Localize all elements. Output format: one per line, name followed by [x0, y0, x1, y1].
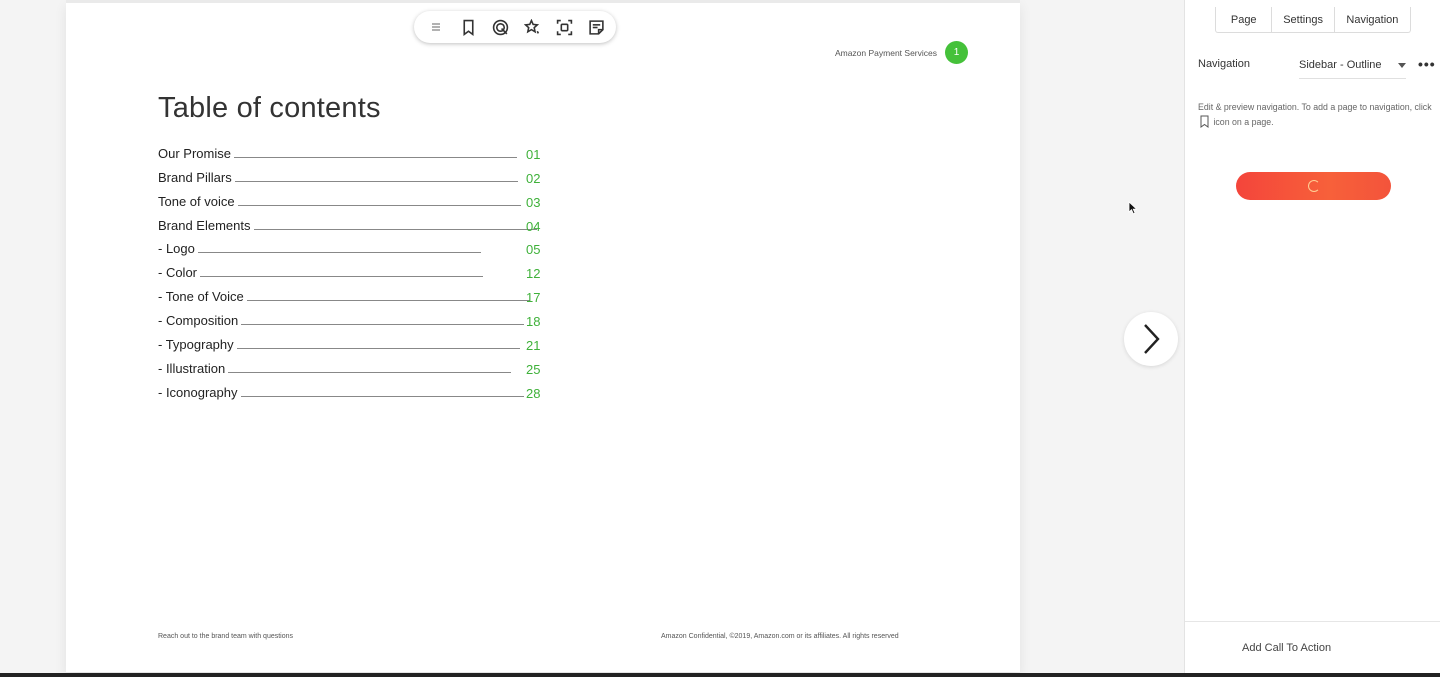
toc-row[interactable]: - Color 12 [158, 258, 546, 282]
toc-row[interactable]: - Iconography 28 [158, 378, 546, 402]
toc-page-number: 01 [526, 146, 541, 162]
page-number-badge: 1 [945, 41, 968, 64]
right-panel: Page Settings Navigation Navigation Side… [1184, 0, 1440, 677]
toc-label: - Composition [158, 313, 239, 329]
footer-note: Reach out to the brand team with questio… [158, 633, 294, 640]
note-icon[interactable] [586, 17, 606, 37]
toc-leader-line [197, 252, 481, 254]
more-options-icon[interactable]: ••• [1418, 56, 1436, 72]
chevron-right-icon [1144, 324, 1160, 354]
toc-leader-line [228, 371, 512, 373]
toc-row[interactable]: - Composition 18 [158, 306, 546, 330]
toc-page-number: 03 [526, 194, 541, 210]
toc-row[interactable]: - Illustration 25 [158, 354, 546, 378]
toc-leader-line [237, 204, 521, 206]
toc-page-number: 28 [526, 385, 541, 401]
toc-leader-line [240, 395, 524, 397]
tab-settings[interactable]: Settings [1271, 7, 1333, 33]
toc-page-number: 02 [526, 170, 541, 186]
toc-label: Tone of voice [158, 193, 235, 209]
tab-navigation[interactable]: Navigation [1333, 7, 1410, 33]
panel-tabs: Page Settings Navigation [1215, 7, 1411, 33]
bottom-edge [0, 673, 1440, 677]
toc-page-number: 17 [526, 290, 541, 306]
next-page-button[interactable] [1124, 312, 1178, 366]
toc-row[interactable]: Brand Pillars 02 [158, 163, 546, 187]
navigation-label: Navigation [1198, 58, 1250, 70]
toc-row[interactable]: Our Promise 01 [158, 139, 546, 163]
toc-page-number: 25 [526, 361, 541, 377]
caret-down-icon [1398, 62, 1406, 68]
navigation-help-text: Edit & preview navigation. To add a page… [1198, 100, 1434, 130]
toc-leader-line [236, 348, 520, 350]
toc-leader-line [246, 300, 530, 302]
toc-label: - Color [158, 265, 198, 281]
floating-toolbar [414, 11, 616, 43]
footer-copyright: Amazon Confidential, ©2019, Amazon.com o… [661, 633, 899, 640]
toc-label: Brand Pillars [158, 169, 232, 185]
toc-leader-line [233, 156, 517, 158]
add-call-to-action-button[interactable]: Add Call To Action [1242, 642, 1331, 654]
bookmark-icon[interactable] [458, 17, 478, 37]
toc-page-number: 18 [526, 314, 541, 330]
toc-row[interactable]: - Typography 21 [158, 330, 546, 354]
toc-page-number: 04 [526, 218, 541, 234]
toc-page-number: 05 [526, 242, 541, 258]
toc-label: - Logo [158, 241, 195, 257]
drag-handle-icon[interactable] [426, 17, 446, 37]
toc-row[interactable]: Tone of voice 03 [158, 187, 546, 211]
table-of-contents: Our Promise 01 Brand Pillars 02 Tone of vo… [158, 139, 546, 402]
toc-row[interactable]: - Tone of Voice 17 [158, 282, 546, 306]
toc-leader-line [200, 276, 484, 278]
toc-label: - Tone of Voice [158, 289, 244, 305]
help-text-part2: icon on a page. [1213, 117, 1274, 127]
toc-label: - Typography [158, 337, 234, 353]
target-icon[interactable] [490, 17, 510, 37]
stars-icon[interactable] [522, 17, 542, 37]
bookmark-icon [1200, 115, 1209, 128]
brand-name: Amazon Payment Services [834, 48, 937, 58]
toc-label: Brand Elements [158, 217, 251, 233]
toc-leader-line [241, 324, 525, 326]
navigation-style-select[interactable]: Sidebar - Outline [1299, 52, 1406, 79]
help-text-part1: Edit & preview navigation. To add a page… [1198, 102, 1432, 112]
document-page: Amazon Payment Services 1 Table of conte… [66, 0, 1020, 672]
toc-label: Our Promise [158, 145, 231, 161]
navigation-style-value: Sidebar - Outline [1299, 59, 1382, 71]
toc-row[interactable]: Brand Elements 04 [158, 211, 546, 235]
tab-page[interactable]: Page [1216, 7, 1271, 33]
toc-page-number: 12 [526, 266, 541, 282]
panel-footer: Add Call To Action [1185, 621, 1440, 677]
toc-leader-line [234, 180, 518, 182]
toc-label: - Iconography [158, 384, 238, 400]
spinner-icon [1307, 180, 1320, 192]
mouse-cursor-icon [1128, 201, 1138, 215]
toc-label: - Illustration [158, 360, 226, 376]
page-title: Table of contents [158, 92, 381, 124]
editor-canvas: Amazon Payment Services 1 Table of conte… [0, 0, 1184, 677]
focus-icon[interactable] [554, 17, 574, 37]
toc-row[interactable]: - Logo 05 [158, 235, 546, 259]
toc-leader-line [253, 228, 537, 230]
toc-page-number: 21 [526, 338, 541, 354]
loading-button[interactable] [1236, 172, 1391, 200]
